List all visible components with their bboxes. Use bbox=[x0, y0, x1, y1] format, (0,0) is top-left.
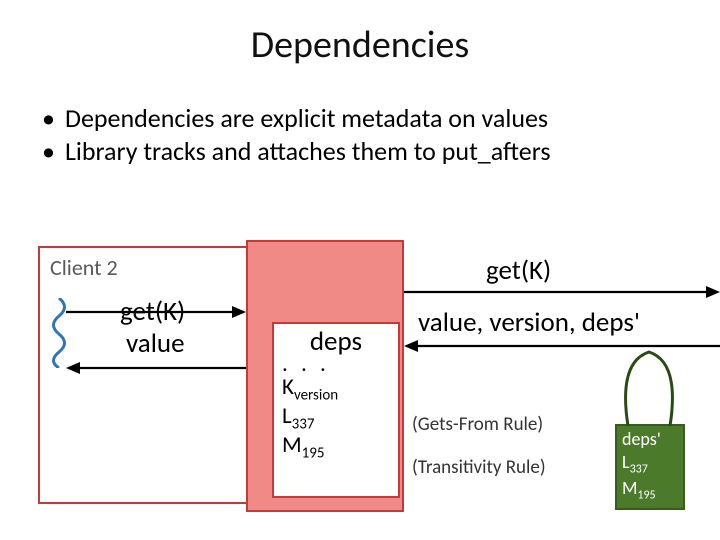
deps-row-m: M195 bbox=[282, 433, 390, 462]
deps-prime-row-l: L337 bbox=[622, 451, 678, 478]
transitivity-rule: (Transitivity Rule) bbox=[412, 456, 546, 479]
bullet-2-text: Library tracks and attaches them to put_… bbox=[65, 135, 551, 168]
bullet-1-text: Dependencies are explicit metadata on va… bbox=[65, 102, 548, 135]
arrow-getk-top bbox=[404, 282, 720, 302]
bullet-2: • Library tracks and attaches them to pu… bbox=[42, 135, 720, 168]
gets-from-rule: (Gets-From Rule) bbox=[412, 413, 543, 436]
deps-prime-box: deps' L337 M195 bbox=[615, 424, 685, 510]
value-label: value bbox=[126, 327, 185, 360]
slide-title: Dependencies bbox=[0, 0, 720, 68]
bullet-list: • Dependencies are explicit metadata on … bbox=[42, 102, 720, 167]
deps-box: deps . . . Kversion L337 M195 bbox=[272, 322, 400, 498]
bullet-dot-icon: • bbox=[42, 102, 55, 135]
deps-row-l: L337 bbox=[282, 404, 390, 433]
value-version-deps-label: value, version, deps' bbox=[418, 306, 640, 339]
deps-prime-header: deps' bbox=[622, 428, 678, 451]
arrow-value-inner bbox=[66, 358, 246, 378]
arrow-getk-inner bbox=[66, 302, 246, 322]
deps-row-k: Kversion bbox=[282, 375, 390, 404]
bag-handle-icon bbox=[618, 342, 680, 428]
deps-prime-row-m: M195 bbox=[622, 477, 678, 504]
client-label: Client 2 bbox=[50, 254, 118, 281]
bullet-dot-icon: • bbox=[42, 135, 55, 168]
bullet-1: • Dependencies are explicit metadata on … bbox=[42, 102, 720, 135]
